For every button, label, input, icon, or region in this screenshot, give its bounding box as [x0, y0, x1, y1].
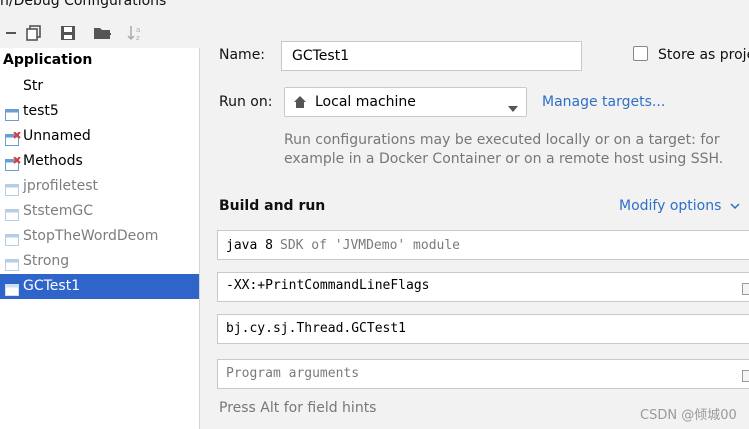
remove-icon[interactable]	[2, 24, 20, 42]
tree-item-label: GCTest1	[23, 278, 81, 294]
jdk-hint: SDK of 'JVMDemo' module	[280, 238, 461, 253]
home-icon	[293, 95, 307, 113]
expand-field-icon[interactable]	[742, 283, 749, 295]
tree-item-gctest1[interactable]: GCTest1	[0, 274, 199, 299]
tree-item-jprofiletest[interactable]: jprofiletest	[0, 174, 199, 199]
app-config-icon	[5, 230, 19, 246]
tree-item-strong[interactable]: Strong	[0, 249, 199, 274]
tree-item-test5[interactable]: test5	[0, 99, 199, 124]
save-icon[interactable]	[59, 24, 77, 42]
chevron-down-icon	[508, 100, 518, 116]
jdk-select[interactable]: java 8 SDK of 'JVMDemo' module	[217, 230, 749, 260]
modify-options-label: Modify options	[619, 198, 722, 214]
run-on-description-line1: Run configurations may be executed local…	[284, 132, 720, 148]
name-field[interactable]: GCTest1	[281, 41, 582, 71]
new-folder-icon[interactable]	[93, 24, 111, 42]
tree-item-label: StopTheWordDeom	[23, 228, 159, 244]
jdk-value: java 8	[226, 238, 273, 253]
tree-item-stoptheworddeom[interactable]: StopTheWordDeom	[0, 224, 199, 249]
tree-item-unnamed[interactable]: Unnamed	[0, 124, 199, 149]
tree-item-str[interactable]: Str	[0, 74, 199, 99]
sidebar-toolbar: az	[0, 22, 200, 46]
store-as-project-label: Store as proje	[658, 47, 749, 63]
tree-item-label: Unnamed	[23, 128, 91, 144]
program-arguments-placeholder: Program arguments	[226, 366, 360, 381]
app-config-icon	[5, 255, 19, 271]
tree-item-label: test5	[23, 103, 59, 119]
tree-item-label: Methods	[23, 153, 83, 169]
app-config-icon	[5, 105, 19, 121]
modify-options-link[interactable]: Modify options	[619, 198, 740, 214]
run-on-description-line2: example in a Docker Container or on a re…	[284, 151, 724, 167]
app-config-icon	[5, 180, 19, 196]
tree-item-label: Str	[23, 78, 44, 94]
tree-item-ststemgc[interactable]: StstemGC	[0, 199, 199, 224]
sort-icon[interactable]: az	[126, 24, 144, 42]
svg-text:z: z	[136, 34, 140, 42]
configuration-form: Name: GCTest1 Store as proje Run on: Loc…	[200, 20, 749, 429]
tree-item-label: StstemGC	[23, 203, 94, 219]
expand-field-icon[interactable]	[742, 370, 749, 382]
vm-options-value: -XX:+PrintCommandLineFlags	[226, 278, 430, 293]
name-label: Name:	[219, 47, 266, 63]
tree-item-methods[interactable]: Methods	[0, 149, 199, 174]
svg-text:a: a	[136, 26, 140, 34]
app-config-error-icon	[5, 130, 21, 146]
tree-group-label: Application	[3, 52, 93, 68]
watermark: CSDN @倾城00	[640, 408, 737, 423]
window-title: n/Debug Configurations	[0, 0, 167, 9]
app-config-error-icon	[5, 155, 21, 171]
copy-icon[interactable]	[25, 24, 43, 42]
tree-group-application[interactable]: Application	[0, 48, 199, 73]
run-on-label: Run on:	[219, 94, 273, 110]
app-config-icon	[5, 205, 19, 221]
field-hints-text: Press Alt for field hints	[219, 400, 377, 416]
main-class-field[interactable]: bj.cy.sj.Thread.GCTest1	[217, 314, 749, 344]
run-on-select[interactable]: Local machine	[284, 87, 527, 117]
section-title: Build and run	[219, 198, 326, 214]
manage-targets-link[interactable]: Manage targets...	[542, 94, 665, 110]
configuration-tree: Application Str test5 Unnamed Methods jp…	[0, 48, 200, 429]
main-class-value: bj.cy.sj.Thread.GCTest1	[226, 321, 407, 336]
app-config-icon	[5, 280, 19, 296]
chevron-down-icon	[730, 198, 740, 214]
run-on-value: Local machine	[315, 94, 416, 110]
store-as-project-checkbox[interactable]	[633, 46, 648, 61]
vm-options-field[interactable]: -XX:+PrintCommandLineFlags	[217, 272, 749, 302]
tree-item-label: Strong	[23, 253, 70, 269]
program-arguments-field[interactable]: Program arguments	[217, 359, 749, 389]
name-field-value: GCTest1	[292, 48, 350, 64]
tree-item-label: jprofiletest	[23, 178, 98, 194]
